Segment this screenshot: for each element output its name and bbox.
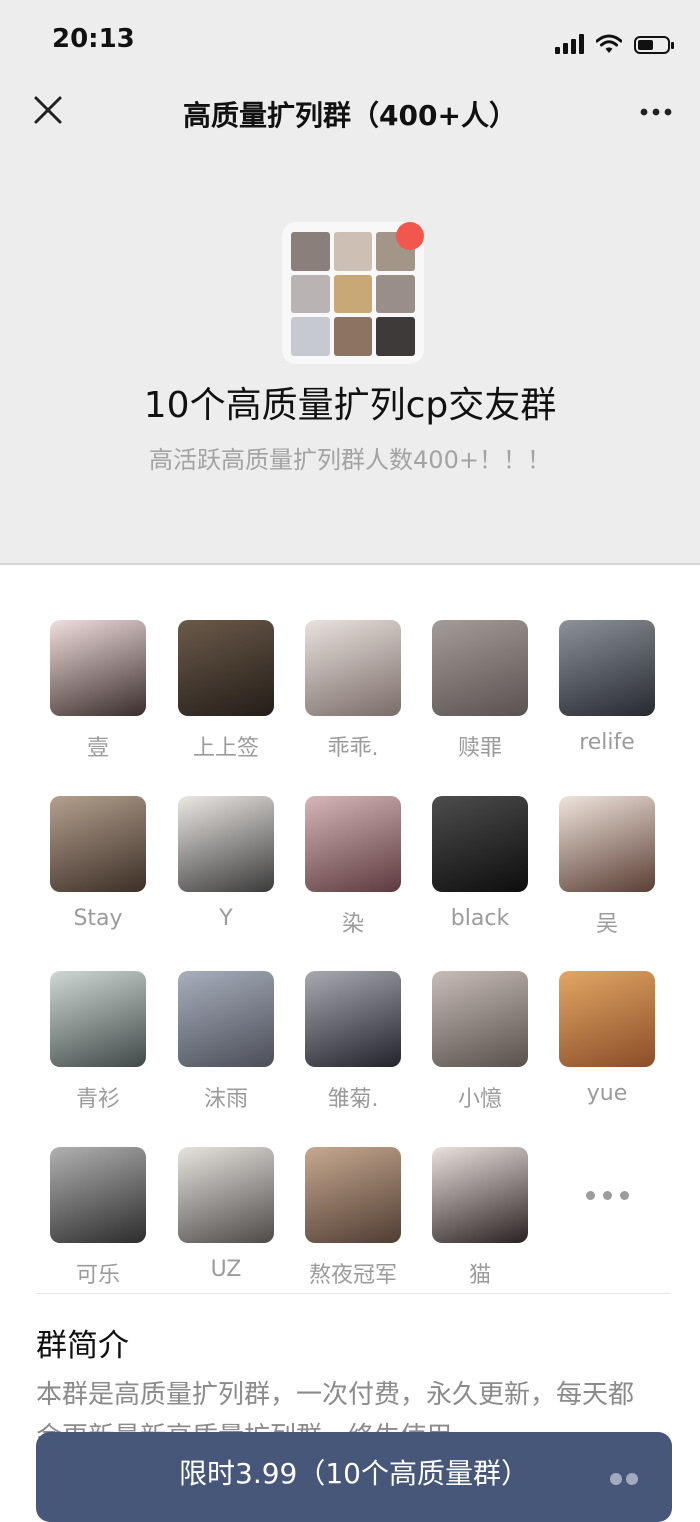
avatar-tile — [291, 317, 330, 356]
member-avatar — [305, 971, 401, 1067]
watermark — [610, 1472, 660, 1486]
avatar-tile — [333, 317, 373, 356]
member-name: 雏菊. — [327, 1087, 379, 1112]
member-avatar — [305, 1147, 401, 1243]
member-avatar — [50, 620, 146, 716]
member-name: Y — [219, 906, 233, 931]
member-item[interactable]: 熬夜冠军 — [293, 1147, 413, 1289]
member-item[interactable]: 青衫 — [38, 971, 158, 1113]
member-item[interactable]: UZ — [166, 1147, 286, 1282]
member-item[interactable]: 壹 — [38, 620, 158, 762]
member-item[interactable]: 吴 — [547, 796, 667, 938]
member-name: 上上签 — [192, 736, 259, 761]
status-icons — [555, 28, 674, 54]
member-avatar — [432, 1147, 528, 1243]
battery-icon — [634, 36, 674, 54]
wifi-icon — [596, 34, 622, 53]
member-avatar — [559, 796, 655, 892]
member-name: 小憶 — [457, 1087, 502, 1112]
avatar-tile — [376, 274, 415, 314]
member-name: 乖乖. — [327, 736, 379, 761]
section-divider — [36, 1293, 670, 1294]
member-name: yue — [586, 1081, 628, 1106]
member-name: Stay — [73, 906, 123, 931]
member-avatar — [432, 620, 528, 716]
avatar-tile — [376, 317, 415, 356]
header-divider — [0, 563, 700, 565]
battery-level — [638, 40, 654, 50]
status-time: 20:13 — [52, 24, 135, 54]
member-item[interactable]: black — [420, 796, 540, 931]
member-name: 吴 — [595, 912, 618, 937]
member-avatar — [50, 796, 146, 892]
member-item[interactable]: 沫雨 — [166, 971, 286, 1113]
member-avatar — [305, 796, 401, 892]
member-avatar — [559, 971, 655, 1067]
member-avatar — [432, 971, 528, 1067]
dot — [602, 1190, 612, 1200]
member-item[interactable]: yue — [547, 971, 667, 1106]
member-name: relife — [579, 730, 635, 755]
member-avatar — [305, 620, 401, 716]
member-item[interactable]: Stay — [38, 796, 158, 931]
member-item[interactable]: 猫 — [420, 1147, 540, 1289]
member-name: UZ — [210, 1257, 242, 1282]
dot — [585, 1190, 595, 1200]
avatar-tile — [333, 232, 373, 271]
member-avatar — [559, 620, 655, 716]
intro-title: 群简介 — [36, 1328, 129, 1364]
member-item[interactable]: Y — [166, 796, 286, 931]
avatar-tile — [291, 232, 330, 271]
group-avatar-collage — [291, 232, 415, 356]
member-item[interactable]: 染 — [293, 796, 413, 938]
more-button[interactable] — [638, 100, 674, 124]
group-name: 10个高质量扩列cp交友群 — [143, 385, 557, 426]
member-name: 沫雨 — [203, 1087, 248, 1112]
member-avatar — [178, 796, 274, 892]
more-icon — [640, 108, 672, 116]
member-avatar — [50, 971, 146, 1067]
member-avatar — [178, 971, 274, 1067]
purchase-button[interactable]: 限时3.99（10个高质量群） — [36, 1432, 672, 1522]
close-icon — [34, 96, 62, 124]
more-members-button[interactable] — [559, 1147, 655, 1243]
group-tagline: 高活跃高质量扩列群人数400+！！！ — [149, 446, 551, 474]
member-avatar — [432, 796, 528, 892]
signal-icon — [555, 34, 584, 54]
member-item[interactable]: 上上签 — [166, 620, 286, 762]
member-name: 染 — [341, 912, 364, 937]
member-name: 可乐 — [75, 1263, 120, 1288]
page-title: 高质量扩列群（400+人） — [183, 99, 517, 132]
member-item[interactable]: 小憶 — [420, 971, 540, 1113]
member-name: 熬夜冠军 — [308, 1263, 397, 1288]
member-name: 猫 — [468, 1263, 491, 1288]
member-item[interactable]: 赎罪 — [420, 620, 540, 762]
avatar-tile — [291, 274, 330, 314]
close-button[interactable] — [30, 92, 66, 128]
member-avatar — [178, 620, 274, 716]
member-item[interactable]: 乖乖. — [293, 620, 413, 762]
member-item[interactable]: relife — [547, 620, 667, 755]
member-avatar — [50, 1147, 146, 1243]
member-name: 青衫 — [75, 1087, 120, 1112]
avatar-tile — [333, 274, 373, 314]
dot — [619, 1190, 629, 1200]
member-item[interactable]: 可乐 — [38, 1147, 158, 1289]
member-name: black — [450, 906, 510, 931]
member-name: 赎罪 — [457, 736, 502, 761]
member-name: 壹 — [86, 736, 109, 761]
member-item[interactable]: 雏菊. — [293, 971, 413, 1113]
member-avatar — [178, 1147, 274, 1243]
notification-badge — [396, 222, 424, 250]
